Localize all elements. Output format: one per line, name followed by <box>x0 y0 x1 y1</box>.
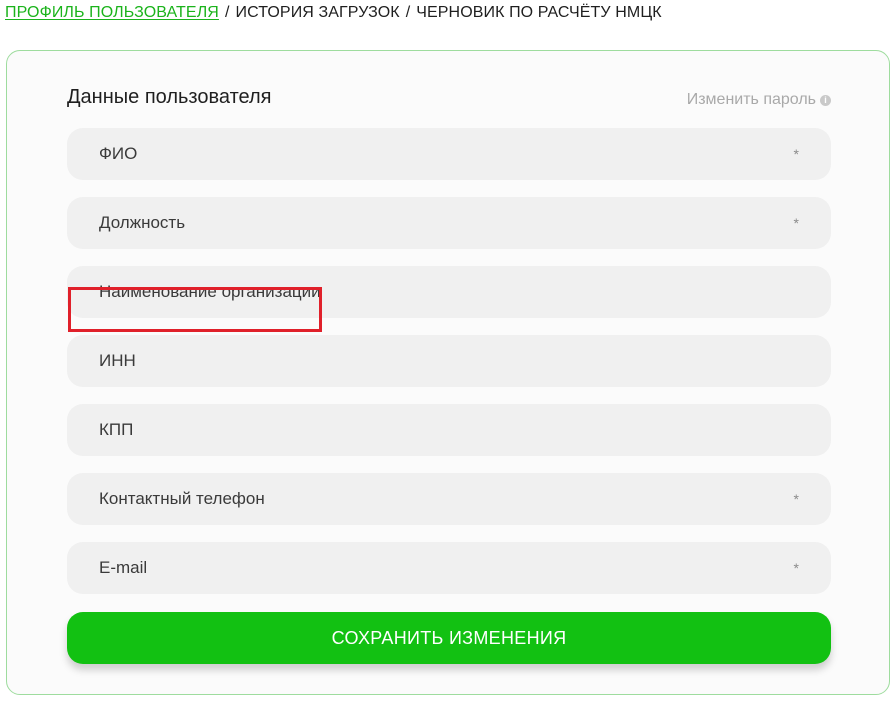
breadcrumb: ПРОФИЛЬ ПОЛЬЗОВАТЕЛЯ / ИСТОРИЯ ЗАГРУЗОК … <box>5 3 662 23</box>
phone-field[interactable]: Контактный телефон * <box>67 473 831 525</box>
page-title: Данные пользователя <box>67 86 272 108</box>
field-label: ФИО <box>99 144 138 163</box>
user-data-card: Данные пользователя Изменить пароль i ФИ… <box>6 50 890 695</box>
organization-field[interactable]: Наименование организации <box>67 266 831 318</box>
required-mark: * <box>793 215 799 231</box>
change-password-link[interactable]: Изменить пароль i <box>687 91 831 109</box>
breadcrumb-profile-link[interactable]: ПРОФИЛЬ ПОЛЬЗОВАТЕЛЯ <box>5 4 219 22</box>
required-mark: * <box>793 491 799 507</box>
full-name-field[interactable]: ФИО * <box>67 128 831 180</box>
breadcrumb-separator: / <box>405 4 411 21</box>
field-label: ИНН <box>99 351 136 370</box>
field-label: Контактный телефон <box>99 489 265 508</box>
save-changes-button[interactable]: СОХРАНИТЬ ИЗМЕНЕНИЯ <box>67 612 831 664</box>
breadcrumb-separator: / <box>224 4 230 21</box>
field-label: Должность <box>99 213 186 232</box>
change-password-label: Изменить пароль <box>686 91 816 108</box>
field-label: КПП <box>99 420 134 439</box>
field-label: E-mail <box>99 558 148 577</box>
required-mark: * <box>793 560 799 576</box>
inn-field[interactable]: ИНН <box>67 335 831 387</box>
position-field[interactable]: Должность * <box>67 197 831 249</box>
info-icon: i <box>820 94 831 106</box>
email-field[interactable]: E-mail * <box>67 542 831 594</box>
kpp-field[interactable]: КПП <box>67 404 831 456</box>
breadcrumb-upload-history[interactable]: ИСТОРИЯ ЗАГРУЗОК <box>236 4 400 22</box>
required-mark: * <box>793 146 799 162</box>
breadcrumb-draft[interactable]: ЧЕРНОВИК ПО РАСЧЁТУ НМЦК <box>416 4 661 22</box>
field-label: Наименование организации <box>99 282 321 301</box>
